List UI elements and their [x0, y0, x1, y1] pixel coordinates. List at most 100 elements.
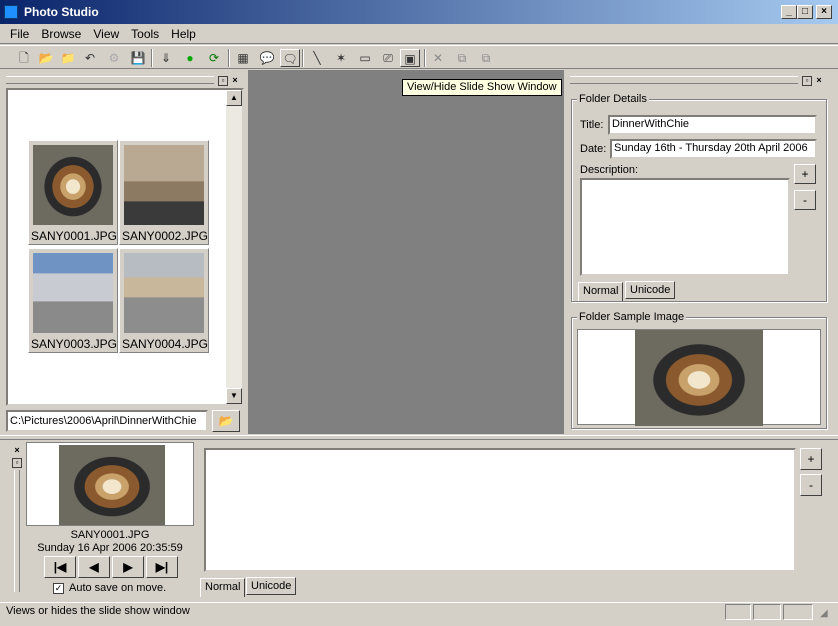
tab-normal[interactable]: Normal: [200, 578, 246, 597]
panel-grip[interactable]: [570, 76, 798, 84]
date-label: Date:: [580, 143, 607, 155]
panel-float-icon[interactable]: ▫: [802, 76, 812, 86]
scroll-down-icon[interactable]: ▼: [226, 388, 242, 404]
thumbnail-image: [124, 253, 204, 333]
description-field[interactable]: [580, 178, 790, 276]
thumbnail-image: [33, 145, 113, 225]
thumbnail-image: [33, 253, 113, 333]
thumbnail-item[interactable]: SANY0002.JPG: [119, 140, 209, 245]
status-cell: [753, 604, 781, 620]
path-field[interactable]: C:\Pictures\2006\April\DinnerWithChie: [6, 410, 208, 432]
menu-help[interactable]: Help: [165, 24, 202, 44]
sync-icon[interactable]: ⟳: [204, 49, 224, 67]
autosave-label: Auto save on move.: [69, 582, 167, 594]
panel-float-icon[interactable]: ▫: [218, 76, 228, 86]
close-button[interactable]: ×: [816, 5, 832, 19]
autosave-checkbox[interactable]: ✓: [53, 583, 64, 594]
preview-image-frame: [26, 442, 194, 526]
tab-unicode[interactable]: Unicode: [246, 577, 297, 595]
browse-panel: ▫ × ▲ ▼ SANY0001.JPG SANY0002.JPG SANY00…: [4, 72, 244, 434]
folder-details-label: Folder Details: [577, 93, 649, 105]
tooltip: View/Hide Slide Show Window: [402, 79, 562, 96]
thumbnail-filename: SANY0003.JPG: [30, 337, 118, 351]
title-bar: Photo Studio _ □ ×: [0, 0, 838, 24]
browse-folder-icon[interactable]: 📁: [58, 49, 78, 67]
scroll-up-icon[interactable]: ▲: [226, 90, 242, 106]
comment-field[interactable]: [204, 448, 796, 572]
capture-icon[interactable]: ⚙: [104, 49, 124, 67]
status-cell: [783, 604, 813, 620]
export-icon[interactable]: ⇓: [156, 49, 176, 67]
menu-browse[interactable]: Browse: [35, 24, 87, 44]
preview-float-icon[interactable]: ▫: [12, 458, 22, 468]
wand-icon[interactable]: ╲: [307, 49, 327, 67]
window-title: Photo Studio: [24, 5, 99, 19]
sample-image-frame: [577, 329, 821, 426]
thumbnail-list: ▲ ▼ SANY0001.JPG SANY0002.JPG SANY0003.J…: [6, 88, 244, 406]
comment-minus-button[interactable]: -: [800, 474, 822, 496]
status-cell: [725, 604, 751, 620]
frame-icon[interactable]: ▭: [355, 49, 375, 67]
first-image-button[interactable]: |◀: [44, 556, 76, 578]
toolbar: 🗋 📂 📁 ↶ ⚙ 💾 ⇓ ● ⟳ ▦ 💬 🗨 ╲ ✶ ▭ ⎚ ▣ ✕ ⧉ ⧉: [0, 45, 838, 69]
last-image-button[interactable]: ▶|: [146, 556, 178, 578]
web-icon[interactable]: ●: [180, 49, 200, 67]
thumbnail-image: [124, 145, 204, 225]
status-text: Views or hides the slide show window: [6, 605, 190, 617]
sample-image: [635, 330, 763, 426]
thumbnail-item[interactable]: SANY0003.JPG: [28, 248, 118, 353]
resize-grip-icon[interactable]: ◢: [820, 608, 834, 622]
slideshow-area[interactable]: [248, 70, 564, 434]
previous-image-button[interactable]: ◀: [78, 556, 110, 578]
thumbnail-filename: SANY0001.JPG: [30, 229, 118, 243]
browse-path-button[interactable]: 📂: [212, 410, 240, 432]
minimize-button[interactable]: _: [781, 5, 797, 19]
description-label: Description:: [580, 164, 639, 176]
thumbnail-filename: SANY0004.JPG: [121, 337, 209, 351]
next-image-button[interactable]: ▶: [112, 556, 144, 578]
tab-unicode[interactable]: Unicode: [625, 281, 676, 299]
date-field[interactable]: Sunday 16th - Thursday 20th April 2006: [610, 139, 817, 159]
folder-comment-icon[interactable]: 🗨: [280, 49, 300, 67]
copy-icon[interactable]: ⧉: [452, 49, 472, 67]
slideshow-icon[interactable]: ⎚: [378, 49, 398, 67]
menu-file[interactable]: File: [4, 24, 35, 44]
app-icon: [4, 5, 18, 19]
menu-view[interactable]: View: [87, 24, 125, 44]
new-file-icon[interactable]: 🗋: [14, 49, 34, 67]
comment-plus-button[interactable]: +: [800, 448, 822, 470]
thumbnail-scrollbar[interactable]: ▲ ▼: [226, 90, 242, 404]
undo-icon[interactable]: ↶: [80, 49, 100, 67]
tab-normal[interactable]: Normal: [578, 282, 624, 301]
menu-bar: File Browse View Tools Help: [0, 24, 838, 44]
preview-image: [59, 445, 165, 525]
preview-grip[interactable]: [14, 470, 20, 592]
comment-icon[interactable]: 💬: [257, 49, 277, 67]
title-field[interactable]: DinnerWithChie: [608, 115, 817, 135]
folder-panel: ▫ × Folder Details Title: DinnerWithChie…: [566, 72, 834, 434]
panel-close-icon[interactable]: ×: [230, 76, 240, 86]
preview-filename: SANY0001.JPG: [70, 529, 150, 541]
title-label: Title:: [580, 119, 604, 131]
auto-wand-icon[interactable]: ✶: [331, 49, 351, 67]
preview-close-icon[interactable]: ×: [12, 446, 22, 456]
maximize-button[interactable]: □: [797, 5, 813, 19]
description-minus-button[interactable]: -: [794, 190, 816, 210]
description-plus-button[interactable]: +: [794, 164, 816, 184]
delete-icon[interactable]: ✕: [428, 49, 448, 67]
folder-sample-label: Folder Sample Image: [577, 311, 687, 323]
move-icon[interactable]: ⧉: [476, 49, 496, 67]
preview-datetime: Sunday 16 Apr 2006 20:35:59: [37, 542, 183, 554]
save-icon[interactable]: 💾: [128, 49, 148, 67]
thumbnail-item[interactable]: SANY0001.JPG: [28, 140, 118, 245]
panel-grip[interactable]: [6, 76, 214, 84]
open-folder-icon[interactable]: 📂: [36, 49, 56, 67]
thumbnails-icon[interactable]: ▦: [233, 49, 253, 67]
menu-tools[interactable]: Tools: [125, 24, 165, 44]
comment-panel: + - Normal Unicode: [198, 442, 834, 600]
slideshow-window-icon[interactable]: ▣: [400, 49, 420, 67]
thumbnail-item[interactable]: SANY0004.JPG: [119, 248, 209, 353]
thumbnail-filename: SANY0002.JPG: [121, 229, 209, 243]
preview-panel: × ▫ SANY0001.JPG Sunday 16 Apr 2006 20:3…: [0, 440, 200, 602]
panel-close-icon[interactable]: ×: [814, 76, 824, 86]
